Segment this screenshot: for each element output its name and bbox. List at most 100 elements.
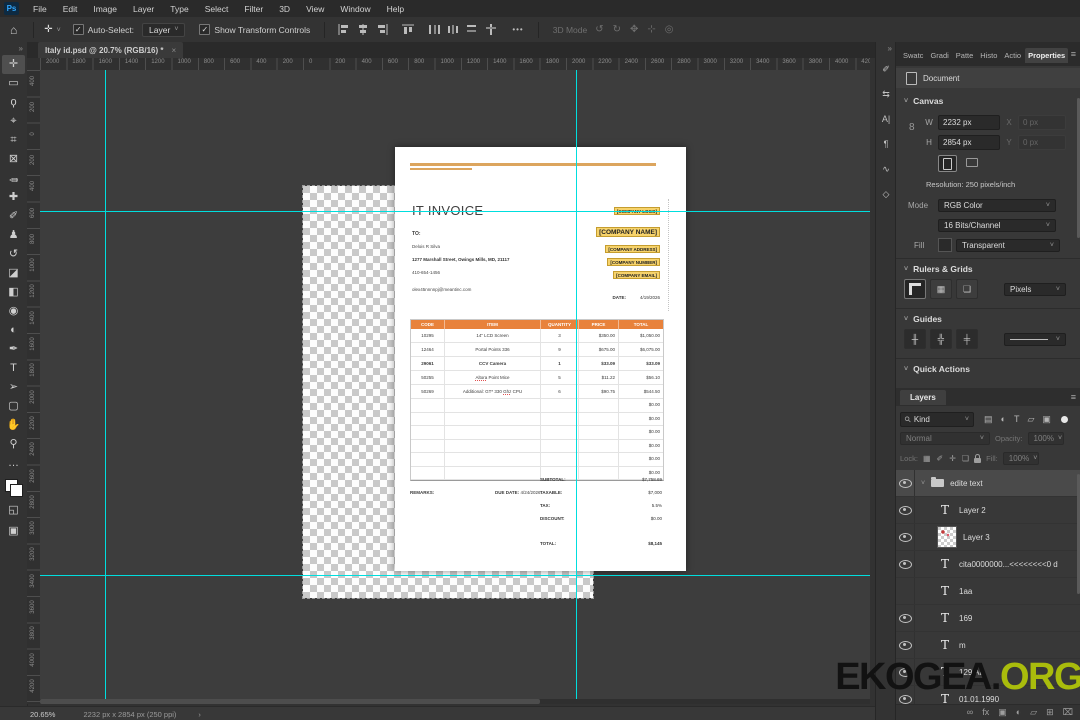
eraser-tool[interactable]: ◪ <box>2 264 25 283</box>
h-scrollbar-track[interactable] <box>40 699 870 704</box>
crop-tool[interactable]: ⌗ <box>2 131 25 150</box>
frame-tool[interactable]: ⊠ <box>2 150 25 169</box>
close-icon[interactable]: × <box>172 46 177 55</box>
visibility-toggle[interactable] <box>896 551 915 577</box>
visibility-toggle[interactable] <box>896 470 915 496</box>
lock-guides-icon[interactable]: ╬ <box>930 329 952 349</box>
lock-move-icon[interactable]: ✛ <box>949 454 956 463</box>
lasso-tool[interactable]: ϙ <box>2 93 25 112</box>
menu-type[interactable]: Type <box>162 1 196 17</box>
menu-3d[interactable]: 3D <box>271 1 298 17</box>
hand-tool[interactable]: ✋ <box>2 416 25 435</box>
menu-filter[interactable]: Filter <box>236 1 271 17</box>
visibility-toggle[interactable] <box>896 632 915 658</box>
zoom-tool[interactable]: ⚲ <box>2 435 25 454</box>
new-guide-layout-icon[interactable]: ╫ <box>904 329 926 349</box>
tab-properties[interactable]: Properties <box>1025 48 1068 63</box>
align-top-icon[interactable] <box>402 24 414 35</box>
blend-mode-dropdown[interactable]: Normal˅ <box>900 432 990 445</box>
document-tab[interactable]: Italy id.psd @ 20.7% (RGB/16) * × <box>38 42 183 58</box>
history-brush-tool[interactable]: ↺ <box>2 245 25 264</box>
path-selection-tool[interactable]: ➢ <box>2 378 25 397</box>
gradient-tool[interactable]: ◧ <box>2 283 25 302</box>
portrait-orientation-button[interactable] <box>938 155 957 172</box>
dodge-tool[interactable]: ◐ <box>2 321 25 340</box>
clear-guides-icon[interactable]: ╪ <box>956 329 978 349</box>
layer-row[interactable]: T169 <box>896 605 1080 632</box>
clone-stamp-tool[interactable]: ♟ <box>2 226 25 245</box>
foreground-background-swatches[interactable] <box>5 479 23 497</box>
fill-dropdown[interactable]: Transparent˅ <box>956 239 1060 252</box>
align-left-icon[interactable] <box>338 24 350 35</box>
rectangle-tool[interactable]: ▢ <box>2 397 25 416</box>
lock-all-icon[interactable] <box>974 458 981 463</box>
brush-tool[interactable]: ✐ <box>2 207 25 226</box>
pen-tool[interactable]: ✒ <box>2 340 25 359</box>
link-dimensions-icon[interactable]: 8 <box>909 122 915 133</box>
edit-toolbar[interactable]: … <box>2 454 25 473</box>
grid-toggle-icon[interactable]: ▦ <box>930 279 952 299</box>
filter-pin-icon[interactable] <box>1061 416 1068 423</box>
blur-tool[interactable]: ◉ <box>2 302 25 321</box>
show-transform-toggle[interactable]: ✓ Show Transform Controls <box>199 24 310 35</box>
status-chevron-icon[interactable]: › <box>198 710 201 719</box>
glyphs-panel-icon[interactable]: ∿ <box>876 158 896 180</box>
layer-fill-field[interactable]: 100%˅ <box>1003 452 1039 465</box>
layer-mask-icon[interactable]: ▣ <box>998 707 1007 718</box>
height-field[interactable]: 2854 px <box>938 135 1000 150</box>
distribute-right-icon[interactable] <box>466 24 478 35</box>
link-layers-icon[interactable]: ∞ <box>967 707 973 718</box>
distribute-left-icon[interactable] <box>428 24 440 35</box>
canvas-area[interactable]: IT INVOICE [COMPANY LOGO] TO: Delois R S… <box>40 70 870 704</box>
guides-title[interactable]: ˅ Guides <box>904 314 942 324</box>
screen-mode-button[interactable]: ▣ <box>2 522 25 541</box>
delete-layer-icon[interactable]: ⌧ <box>1063 707 1073 718</box>
visibility-toggle[interactable] <box>896 578 915 604</box>
clone-source-icon[interactable]: ⇆ <box>876 83 896 105</box>
ruler-units-dropdown[interactable]: Pixels˅ <box>1004 283 1066 296</box>
layer-row[interactable]: Layer 3 <box>896 524 1080 551</box>
auto-select-toggle[interactable]: ✓ Auto-Select: <box>73 24 134 35</box>
layer-row[interactable]: Tm <box>896 632 1080 659</box>
eyedropper-tool[interactable]: ✏ <box>2 169 25 188</box>
color-mode-dropdown[interactable]: RGB Color˅ <box>938 199 1056 212</box>
paragraph-panel-icon[interactable]: ¶ <box>876 133 896 155</box>
chevron-down-icon[interactable]: ˅ <box>921 480 925 487</box>
tab-actio[interactable]: Actio <box>1001 48 1024 63</box>
guide-horizontal-2[interactable] <box>40 575 870 576</box>
panel-menu-icon[interactable]: ≡ <box>1071 49 1076 59</box>
align-right-icon[interactable] <box>376 24 388 35</box>
ruler-origin[interactable] <box>27 58 40 70</box>
filter-smart-object-icon[interactable]: ▣ <box>1042 414 1051 425</box>
layers-menu-icon[interactable]: ≡ <box>1071 392 1076 402</box>
new-layer-icon[interactable]: ⊞ <box>1046 707 1054 718</box>
layer-style-icon[interactable]: fx <box>982 707 989 718</box>
adjustment-layer-icon[interactable]: ◐ <box>1016 707 1021 718</box>
opacity-field[interactable]: 100%˅ <box>1028 432 1064 445</box>
more-align-options-icon[interactable]: ••• <box>512 25 523 34</box>
menu-view[interactable]: View <box>298 1 332 17</box>
brush-settings-icon[interactable]: ✐ <box>876 58 896 80</box>
properties-document-row[interactable]: Document <box>896 68 1080 88</box>
filter-adjustment-icon[interactable]: ◐ <box>1001 414 1006 425</box>
v-ruler[interactable]: 4002000200400600800100012001400160018002… <box>27 70 41 704</box>
fill-swatch[interactable] <box>938 238 952 252</box>
guide-vertical-1[interactable] <box>105 70 106 704</box>
healing-brush-tool[interactable]: ✚ <box>2 188 25 207</box>
character-panel-icon[interactable]: A| <box>876 108 896 130</box>
menu-edit[interactable]: Edit <box>55 1 86 17</box>
new-group-icon[interactable]: ▱ <box>1030 707 1037 718</box>
lock-artboard-icon[interactable]: ❏ <box>962 454 969 463</box>
zoom-level[interactable]: 20.65% <box>30 710 55 719</box>
align-center-h-icon[interactable] <box>357 24 369 35</box>
lock-paint-icon[interactable]: ✐ <box>937 454 944 463</box>
filter-type-icon[interactable]: T <box>1014 414 1020 425</box>
visibility-toggle[interactable] <box>896 524 915 550</box>
menu-window[interactable]: Window <box>332 1 378 17</box>
move-tool[interactable]: ✛ <box>2 55 25 74</box>
photoshop-logo-icon[interactable]: Ps <box>4 2 19 15</box>
filter-kind-dropdown[interactable]: ⚲ Kind ˅ <box>900 412 974 427</box>
filter-image-icon[interactable]: ▤ <box>984 414 993 425</box>
libraries-panel-icon[interactable]: ◇ <box>876 183 896 205</box>
guide-vertical-2[interactable] <box>576 70 577 704</box>
